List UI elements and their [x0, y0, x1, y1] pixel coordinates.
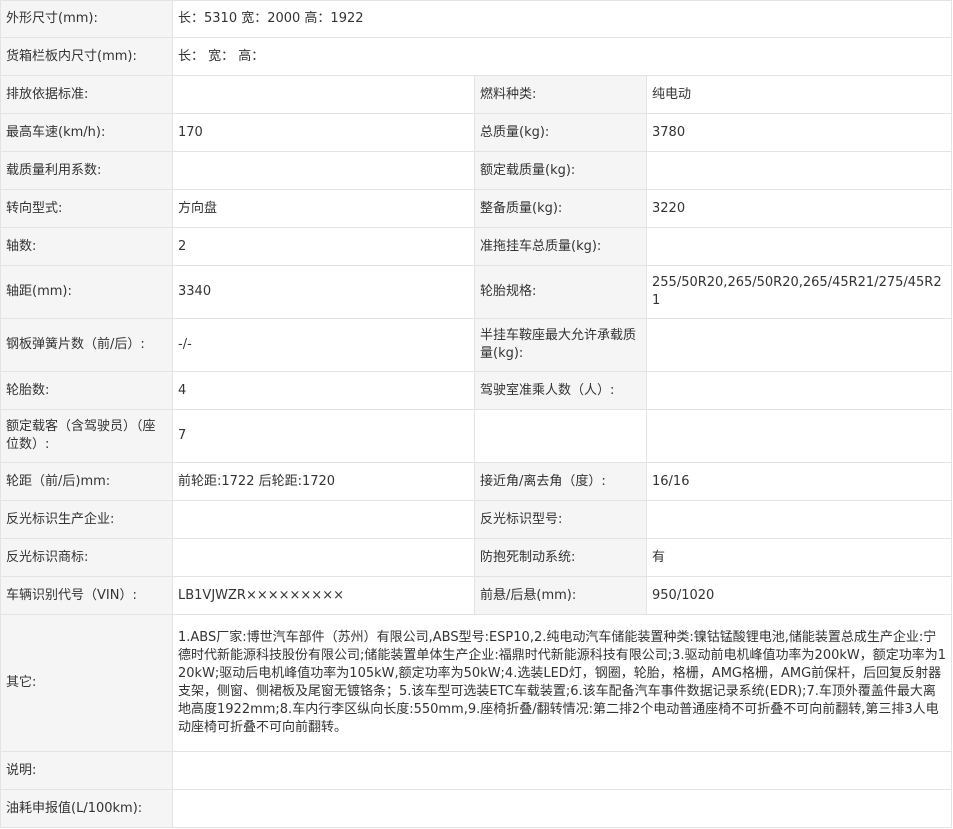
row-axles-trailer: 轴数: 2 准拖挂车总质量(kg):: [0, 227, 953, 266]
label-dimensions: 外形尺寸(mm):: [0, 0, 173, 38]
label-leaf-spring: 钢板弹簧片数（前/后）:: [0, 318, 173, 372]
row-reflector-brand-abs: 反光标识商标: 防抱死制动系统: 有: [0, 538, 953, 577]
value-other: 1.ABS厂家:博世汽车部件（苏州）有限公司,ABS型号:ESP10,2.纯电动…: [171, 614, 953, 752]
value-dimensions: 长：5310 宽：2000 高：1922: [171, 0, 953, 38]
label-overhang: 前悬/后悬(mm):: [474, 576, 647, 615]
label-saddle-load: 半挂车鞍座最大允许承载质量(kg):: [474, 318, 647, 372]
label-reflector-maker: 反光标识生产企业:: [0, 500, 173, 539]
value-tire-count: 4: [172, 371, 475, 410]
label-trailer-mass: 准拖挂车总质量(kg):: [474, 227, 647, 266]
label-track-width: 轮距（前/后)mm:: [0, 462, 173, 501]
row-dimensions: 外形尺寸(mm): 长：5310 宽：2000 高：1922: [0, 0, 953, 38]
value-track-width: 前轮距:1722 后轮距:1720: [172, 462, 475, 501]
value-rated-load: [645, 151, 953, 190]
row-speed-mass: 最高车速(km/h): 170 总质量(kg): 3780: [0, 113, 953, 152]
value-reflector-model: [645, 500, 953, 539]
label-wheelbase: 轴距(mm):: [0, 265, 173, 319]
label-emission-standard: 排放依据标准:: [0, 75, 173, 114]
label-steering-type: 转向型式:: [0, 189, 173, 228]
row-steering-curb: 转向型式: 方向盘 整备质量(kg): 3220: [0, 189, 953, 228]
row-track-angles: 轮距（前/后)mm: 前轮距:1722 后轮距:1720 接近角/离去角（度）:…: [0, 462, 953, 501]
row-leaf-spring: 钢板弹簧片数（前/后）: -/- 半挂车鞍座最大允许承载质量(kg):: [0, 318, 953, 372]
row-emission-fuel: 排放依据标准: 燃料种类: 纯电动: [0, 75, 953, 114]
value-tire-spec: 255/50R20,265/50R20,265/45R21/275/45R21: [645, 265, 953, 319]
row-fuel-consumption: 油耗申报值(L/100km):: [0, 789, 953, 828]
label-rated-load: 额定载质量(kg):: [474, 151, 647, 190]
row-seating: 额定载客（含驾驶员）（座位数）: 7: [0, 409, 953, 463]
label-curb-mass: 整备质量(kg):: [474, 189, 647, 228]
label-reflector-model: 反光标识型号:: [474, 500, 647, 539]
label-abs: 防抱死制动系统:: [474, 538, 647, 577]
label-vin: 车辆识别代号（VIN）:: [0, 576, 173, 615]
label-tire-spec: 轮胎规格:: [474, 265, 647, 319]
value-reflector-brand: [172, 538, 475, 577]
value-steering-type: 方向盘: [172, 189, 475, 228]
value-abs: 有: [645, 538, 953, 577]
value-leaf-spring: -/-: [172, 318, 475, 372]
label-rated-passengers: 额定载客（含驾驶员）（座位数）:: [0, 409, 173, 463]
row-reflector-maker: 反光标识生产企业: 反光标识型号:: [0, 500, 953, 539]
value-overhang: 950/1020: [645, 576, 953, 615]
label-notes: 说明:: [0, 751, 173, 790]
label-total-mass: 总质量(kg):: [474, 113, 647, 152]
value-curb-mass: 3220: [645, 189, 953, 228]
label-approach-departure: 接近角/离去角（度）:: [474, 462, 647, 501]
row-wheelbase-tire: 轴距(mm): 3340 轮胎规格: 255/50R20,265/50R20,2…: [0, 265, 953, 319]
value-emission-standard: [172, 75, 475, 114]
label-fuel-consumption: 油耗申报值(L/100km):: [0, 789, 173, 828]
label-load-coefficient: 载质量利用系数:: [0, 151, 173, 190]
label-other: 其它:: [0, 614, 173, 752]
value-approach-departure: 16/16: [645, 462, 953, 501]
value-fuel-type: 纯电动: [645, 75, 953, 114]
value-vin: LB1VJWZR×××××××××: [172, 576, 475, 615]
vehicle-spec-table: 外形尺寸(mm): 长：5310 宽：2000 高：1922 货箱栏板内尺寸(m…: [0, 0, 953, 828]
value-cab-capacity: [645, 371, 953, 410]
value-wheelbase: 3340: [172, 265, 475, 319]
row-tire-count: 轮胎数: 4 驾驶室准乘人数（人）:: [0, 371, 953, 410]
row-notes: 说明:: [0, 751, 953, 790]
value-total-mass: 3780: [645, 113, 953, 152]
value-saddle-load: [645, 318, 953, 372]
label-cargo-box-size: 货箱栏板内尺寸(mm):: [0, 37, 173, 76]
value-load-coefficient: [172, 151, 475, 190]
value-fuel-consumption: [171, 789, 953, 828]
label-reflector-brand: 反光标识商标:: [0, 538, 173, 577]
row-vin-overhang: 车辆识别代号（VIN）: LB1VJWZR××××××××× 前悬/后悬(mm)…: [0, 576, 953, 615]
value-cargo-box-size: 长： 宽： 高：: [171, 37, 953, 76]
label-tire-count: 轮胎数:: [0, 371, 173, 410]
label-cab-capacity: 驾驶室准乘人数（人）:: [474, 371, 647, 410]
label-fuel-type: 燃料种类:: [474, 75, 647, 114]
label-max-speed: 最高车速(km/h):: [0, 113, 173, 152]
empty-label-cell: [474, 409, 647, 463]
value-notes: [171, 751, 953, 790]
value-reflector-maker: [172, 500, 475, 539]
empty-value-cell: [645, 409, 953, 463]
value-rated-passengers: 7: [172, 409, 475, 463]
value-axle-count: 2: [172, 227, 475, 266]
value-max-speed: 170: [172, 113, 475, 152]
label-axle-count: 轴数:: [0, 227, 173, 266]
row-cargo-box-size: 货箱栏板内尺寸(mm): 长： 宽： 高：: [0, 37, 953, 76]
row-other: 其它: 1.ABS厂家:博世汽车部件（苏州）有限公司,ABS型号:ESP10,2…: [0, 614, 953, 752]
row-load-coefficient: 载质量利用系数: 额定载质量(kg):: [0, 151, 953, 190]
value-trailer-mass: [645, 227, 953, 266]
